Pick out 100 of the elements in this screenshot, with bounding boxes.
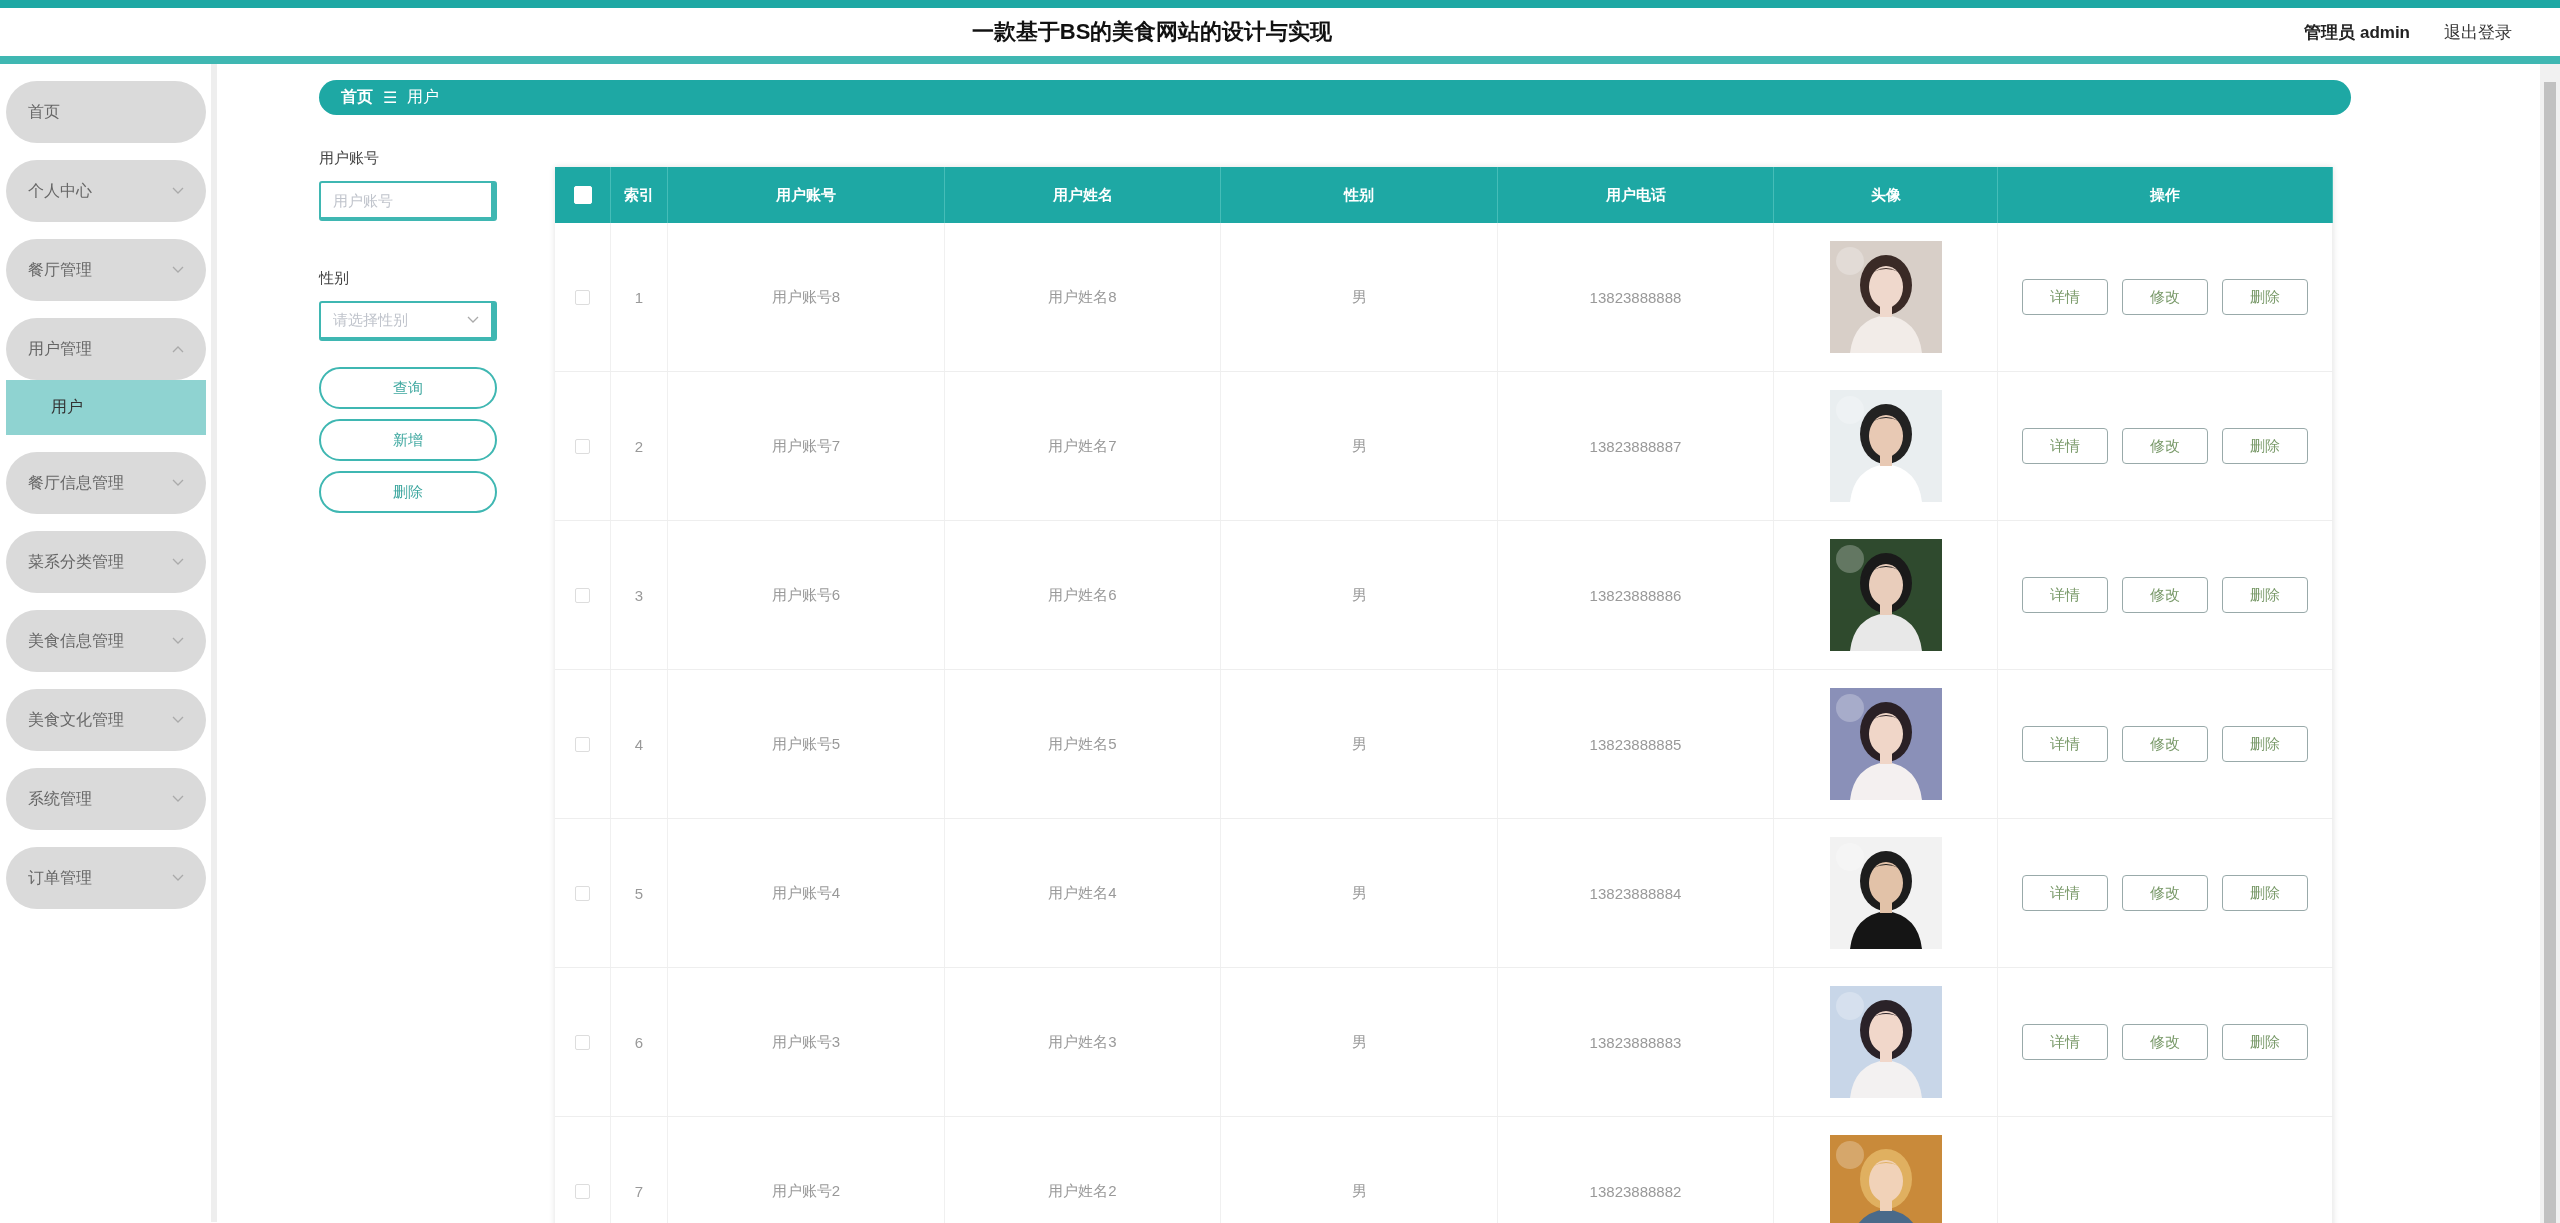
- user-label: 管理员 admin: [2304, 21, 2410, 44]
- row-action-button[interactable]: 修改: [2122, 726, 2208, 762]
- row-checkbox[interactable]: [575, 885, 590, 901]
- table-cell: 用户账号2: [668, 1117, 945, 1223]
- row-action-button[interactable]: 修改: [2122, 875, 2208, 911]
- breadcrumb-link[interactable]: 首页: [341, 87, 373, 108]
- sidebar-subitem[interactable]: 用户: [6, 380, 206, 435]
- chevron-icon: [172, 479, 184, 487]
- column-header: 性别: [1221, 167, 1498, 223]
- account-input-field[interactable]: 用户账号: [319, 181, 497, 221]
- row-checkbox[interactable]: [575, 736, 590, 752]
- sidebar-item[interactable]: 美食文化管理: [6, 689, 206, 751]
- table-cell: 13823888886: [1498, 521, 1774, 669]
- form-button[interactable]: 删除: [319, 471, 497, 513]
- row-action-button[interactable]: 删除: [2222, 875, 2308, 911]
- column-header: 用户账号: [668, 167, 945, 223]
- column-header: 操作: [1998, 167, 2333, 223]
- sidebar-item[interactable]: 菜系分类管理: [6, 531, 206, 593]
- chevron-icon: [467, 316, 479, 324]
- row-action-button[interactable]: 删除: [2222, 428, 2308, 464]
- chevron-icon: [172, 795, 184, 803]
- table-cell: 7: [611, 1117, 668, 1223]
- chevron-icon: [172, 558, 184, 566]
- chevron-icon: [172, 874, 184, 882]
- table-cell: 用户姓名8: [945, 223, 1221, 371]
- table-cell: 4: [611, 670, 668, 818]
- sidebar-item[interactable]: 美食信息管理: [6, 610, 206, 672]
- row-checkbox[interactable]: [575, 438, 590, 454]
- table-cell: 用户账号5: [668, 670, 945, 818]
- breadcrumb-separator: ☰: [383, 88, 398, 107]
- sidebar-item[interactable]: 系统管理: [6, 768, 206, 830]
- table-cell: 男: [1221, 968, 1498, 1116]
- row-checkbox[interactable]: [575, 289, 590, 305]
- sidebar-item[interactable]: 餐厅信息管理: [6, 452, 206, 514]
- column-header: 索引: [611, 167, 668, 223]
- row-checkbox[interactable]: [575, 1034, 590, 1050]
- chevron-icon: [172, 187, 184, 195]
- chevron-icon: [172, 266, 184, 274]
- sidebar-item[interactable]: 个人中心: [6, 160, 206, 222]
- column-header: 用户姓名: [945, 167, 1221, 223]
- table-cell: 3: [611, 521, 668, 669]
- logout-link[interactable]: 退出登录: [2444, 20, 2512, 44]
- form-button[interactable]: 新增: [319, 419, 497, 461]
- scrollbar[interactable]: [2540, 64, 2560, 1223]
- table-cell: 用户账号3: [668, 968, 945, 1116]
- table-cell: 男: [1221, 670, 1498, 818]
- table-cell: 用户姓名2: [945, 1117, 1221, 1223]
- table-cell: 用户账号6: [668, 521, 945, 669]
- row-checkbox[interactable]: [575, 1183, 590, 1199]
- table-cell: 13823888885: [1498, 670, 1774, 818]
- row-checkbox[interactable]: [575, 587, 590, 603]
- column-header: 用户电话: [1498, 167, 1774, 223]
- chevron-icon: [172, 716, 184, 724]
- table-cell: 13823888888: [1498, 223, 1774, 371]
- sidebar-item[interactable]: 餐厅管理: [6, 239, 206, 301]
- table-cell: 用户姓名3: [945, 968, 1221, 1116]
- table-cell: 男: [1221, 819, 1498, 967]
- table-cell: 男: [1221, 521, 1498, 669]
- sidebar-item[interactable]: 用户管理: [6, 318, 206, 380]
- table-cell: 用户账号8: [668, 223, 945, 371]
- table-cell: 用户账号4: [668, 819, 945, 967]
- site-title: 一款基于BS的美食网站的设计与实现: [970, 18, 1334, 46]
- row-action-button[interactable]: 修改: [2122, 279, 2208, 315]
- row-action-button[interactable]: 详情: [2022, 1024, 2108, 1060]
- column-header: 头像: [1774, 167, 1998, 223]
- row-action-button[interactable]: 详情: [2022, 279, 2108, 315]
- field-label: 性别: [319, 269, 350, 288]
- chevron-icon: [172, 637, 184, 645]
- sidebar-item[interactable]: 首页: [6, 81, 206, 143]
- table-cell: 男: [1221, 1117, 1498, 1223]
- table-cell: 13823888884: [1498, 819, 1774, 967]
- table-cell: 13823888882: [1498, 1117, 1774, 1223]
- row-action-button[interactable]: 详情: [2022, 577, 2108, 613]
- gender-select[interactable]: 请选择性别: [319, 301, 497, 341]
- table-cell: 用户姓名5: [945, 670, 1221, 818]
- row-action-button[interactable]: 删除: [2222, 1024, 2308, 1060]
- row-action-button[interactable]: 详情: [2022, 428, 2108, 464]
- form-button[interactable]: 查询: [319, 367, 497, 409]
- row-action-button[interactable]: 删除: [2222, 577, 2308, 613]
- row-action-button[interactable]: 修改: [2122, 428, 2208, 464]
- chevron-icon: [172, 345, 184, 353]
- table-cell: 用户姓名7: [945, 372, 1221, 520]
- row-action-button[interactable]: 修改: [2122, 577, 2208, 613]
- table-cell: 2: [611, 372, 668, 520]
- row-action-button[interactable]: 删除: [2222, 726, 2308, 762]
- row-action-button[interactable]: 删除: [2222, 279, 2308, 315]
- table-cell: 13823888883: [1498, 968, 1774, 1116]
- table-cell: 1: [611, 223, 668, 371]
- table-cell: 用户姓名6: [945, 521, 1221, 669]
- field-label: 用户账号: [319, 149, 380, 168]
- table-cell: 6: [611, 968, 668, 1116]
- table-cell: 男: [1221, 372, 1498, 520]
- table-cell: 13823888887: [1498, 372, 1774, 520]
- select-all-checkbox[interactable]: [573, 186, 592, 204]
- row-action-button[interactable]: 详情: [2022, 726, 2108, 762]
- row-action-button[interactable]: 修改: [2122, 1024, 2208, 1060]
- breadcrumb-link[interactable]: 用户: [407, 87, 440, 108]
- table-cell: 5: [611, 819, 668, 967]
- row-action-button[interactable]: 详情: [2022, 875, 2108, 911]
- sidebar-item[interactable]: 订单管理: [6, 847, 206, 909]
